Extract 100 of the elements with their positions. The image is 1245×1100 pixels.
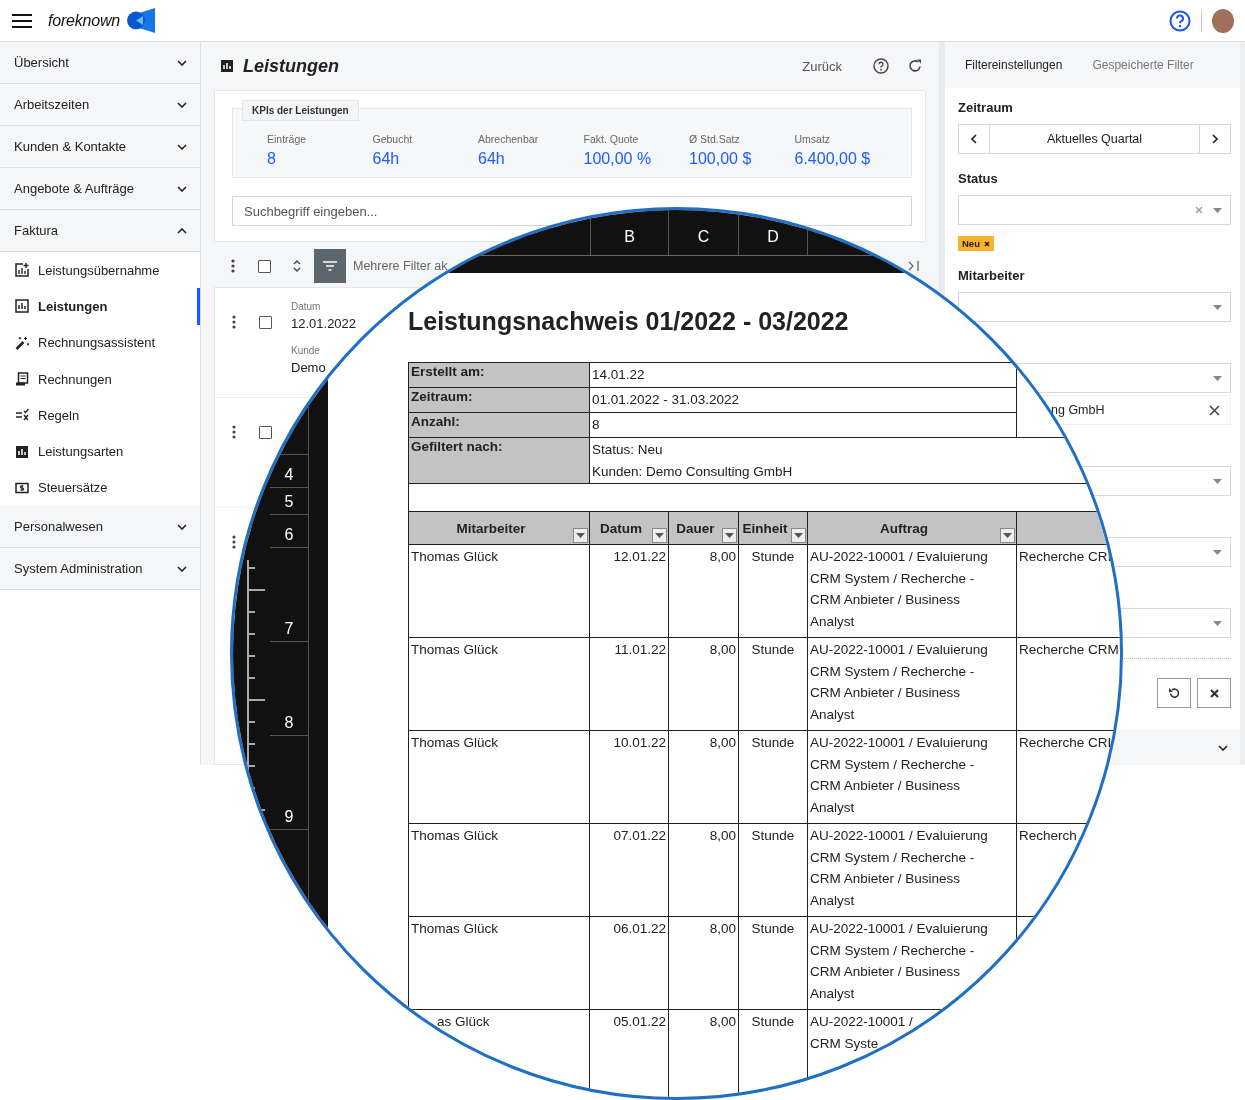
reset-button[interactable]: [1157, 678, 1191, 708]
table-cell: Gefiltert nach:: [408, 437, 590, 484]
column-title: Dauer: [675, 520, 716, 536]
chevron-left-icon: [971, 134, 977, 144]
table-cell: 10.01.22: [589, 730, 669, 824]
table-cell: AU-2022-10001 / Evaluierung CRM System / Recherche - CRM Anbieter / Business Analyst: [807, 544, 1017, 638]
bar-chart-icon: [220, 59, 234, 73]
menu-icon: [12, 12, 32, 29]
kpi-label: Gebucht: [372, 133, 414, 145]
column-title: Mitarbeiter: [455, 520, 527, 536]
help-button[interactable]: [1169, 9, 1191, 32]
kpi-legend: KPIs der Leistungen: [242, 100, 359, 121]
more-button[interactable]: [232, 315, 236, 329]
row-number: 8: [270, 642, 308, 736]
kpi-value: 64h: [372, 150, 401, 168]
table-cell: Erstellt am:: [408, 362, 590, 388]
caret-down-icon: [1003, 533, 1012, 538]
page-title: Leistungen: [243, 55, 339, 77]
checkbox[interactable]: [258, 259, 271, 273]
table-cell: Thomas Glück: [408, 544, 590, 638]
sort-icon: [293, 259, 301, 273]
table-cell: Thomas Glück: [408, 823, 590, 917]
filter-dropdown-button[interactable]: [791, 528, 806, 543]
more-button[interactable]: [232, 535, 236, 549]
refresh-icon: [908, 59, 922, 73]
receipt-icon: [15, 372, 29, 387]
table-cell: 8,00: [668, 823, 739, 917]
kpi-value: 100,00 $: [689, 150, 753, 168]
kpi-label: Ø Std.Satz: [689, 133, 741, 145]
sidebar-group[interactable]: Angebote & Aufträge: [0, 168, 200, 210]
table-cell: Thomas Glück: [408, 730, 590, 824]
caret-down-icon: [1213, 375, 1222, 381]
filter-dropdown-button[interactable]: [722, 528, 737, 543]
table-cell: 8,00: [668, 730, 739, 824]
menu-button[interactable]: [12, 12, 32, 29]
last-page-icon: [908, 261, 919, 271]
sidebar-group[interactable]: Kunden & Kontakte: [0, 126, 200, 168]
help-icon: [1169, 9, 1191, 32]
remove-icon: [1209, 404, 1220, 416]
chevron-down-icon: [1218, 744, 1228, 751]
sidebar-group[interactable]: System Administration: [0, 548, 200, 591]
back-link[interactable]: Zurück: [802, 58, 842, 74]
filter-button[interactable]: [314, 249, 346, 283]
kpi-value: 64h: [478, 150, 506, 168]
table-cell: 12.01.22: [589, 544, 669, 638]
sidebar-group[interactable]: Übersicht: [0, 42, 200, 84]
kpi-value: 8: [267, 150, 277, 168]
table-cell: 8,00: [668, 637, 739, 731]
filter-dropdown-button[interactable]: [573, 528, 588, 543]
table-cell: Stunde: [738, 637, 808, 731]
filter-dropdown-button[interactable]: [1000, 528, 1015, 543]
filter-status-text: Mehrere Filter ak: [353, 259, 448, 273]
more-button[interactable]: [231, 259, 235, 273]
checklist-icon: [15, 408, 29, 423]
row-number: 9: [270, 736, 308, 830]
sheet-title: Leistungsnachweis 01/2022 - 03/2022: [408, 306, 850, 336]
bar-chart-icon: [15, 299, 29, 314]
filter-dropdown-button[interactable]: [652, 528, 667, 543]
caret-down-icon: [1213, 478, 1222, 484]
table-cell: 8,00: [668, 916, 739, 1010]
sidebar-group[interactable]: Faktura: [0, 210, 200, 252]
logo-text: foreknown: [48, 11, 121, 30]
tab[interactable]: Gespeicherte Filter: [1080, 58, 1206, 72]
table-cell: AU-2022-10001 / Evaluierung CRM System / Recherche - CRM Anbieter / Business Analyst: [807, 916, 1017, 1010]
table-cell: Zeitraum:: [408, 387, 590, 413]
table-cell: Stunde: [738, 544, 808, 638]
tab[interactable]: Filtereinstellungen: [953, 58, 1075, 72]
reset-icon: [1168, 687, 1180, 699]
row-number: 4: [270, 455, 308, 488]
table-cell: Stunde: [738, 730, 808, 824]
column-title: Einheit: [741, 520, 789, 536]
close-button[interactable]: [1197, 678, 1231, 708]
sidebar-group[interactable]: Personalwesen: [0, 506, 200, 549]
field-value: Demo: [291, 360, 327, 375]
table-cell: Anzahl:: [408, 412, 590, 438]
caret-down-icon: [655, 533, 664, 538]
table-cell: 8,00: [668, 544, 739, 638]
close-icon: [1209, 688, 1219, 698]
table-cell: Stunde: [738, 823, 808, 917]
kpi-label: Einträge: [267, 133, 308, 145]
caret-down-icon: [794, 533, 803, 538]
table-cell: Thomas Glück: [408, 637, 590, 731]
table-cell: AU-2022-10001 / Evaluierung CRM System / Recherche - CRM Anbieter / Business Analyst: [807, 730, 1017, 824]
table-cell: Thomas Glück: [408, 916, 590, 1010]
table-cell: AU-2022-10001 / Evaluierung CRM System / Recherche - CRM Anbieter / Business Analyst: [807, 823, 1017, 917]
chevron-down-icon: [177, 101, 187, 108]
field-label: Kunde: [291, 345, 321, 356]
table-cell: 07.01.22: [589, 823, 669, 917]
filter-icon: [323, 261, 337, 271]
field-value: 12.01.2022: [291, 316, 357, 331]
chevron-right-icon: [1212, 134, 1218, 144]
refresh-button[interactable]: [908, 59, 922, 73]
filter-label: Status: [958, 170, 999, 188]
help-button[interactable]: [873, 58, 889, 74]
filter-label: Mitarbeiter: [958, 267, 1026, 285]
status-chip[interactable]: Neu: [958, 236, 994, 251]
more-button[interactable]: [232, 425, 236, 439]
sidebar-group[interactable]: Arbeitszeiten: [0, 84, 200, 126]
avatar[interactable]: [1212, 8, 1234, 33]
row-number: 6: [270, 515, 308, 548]
